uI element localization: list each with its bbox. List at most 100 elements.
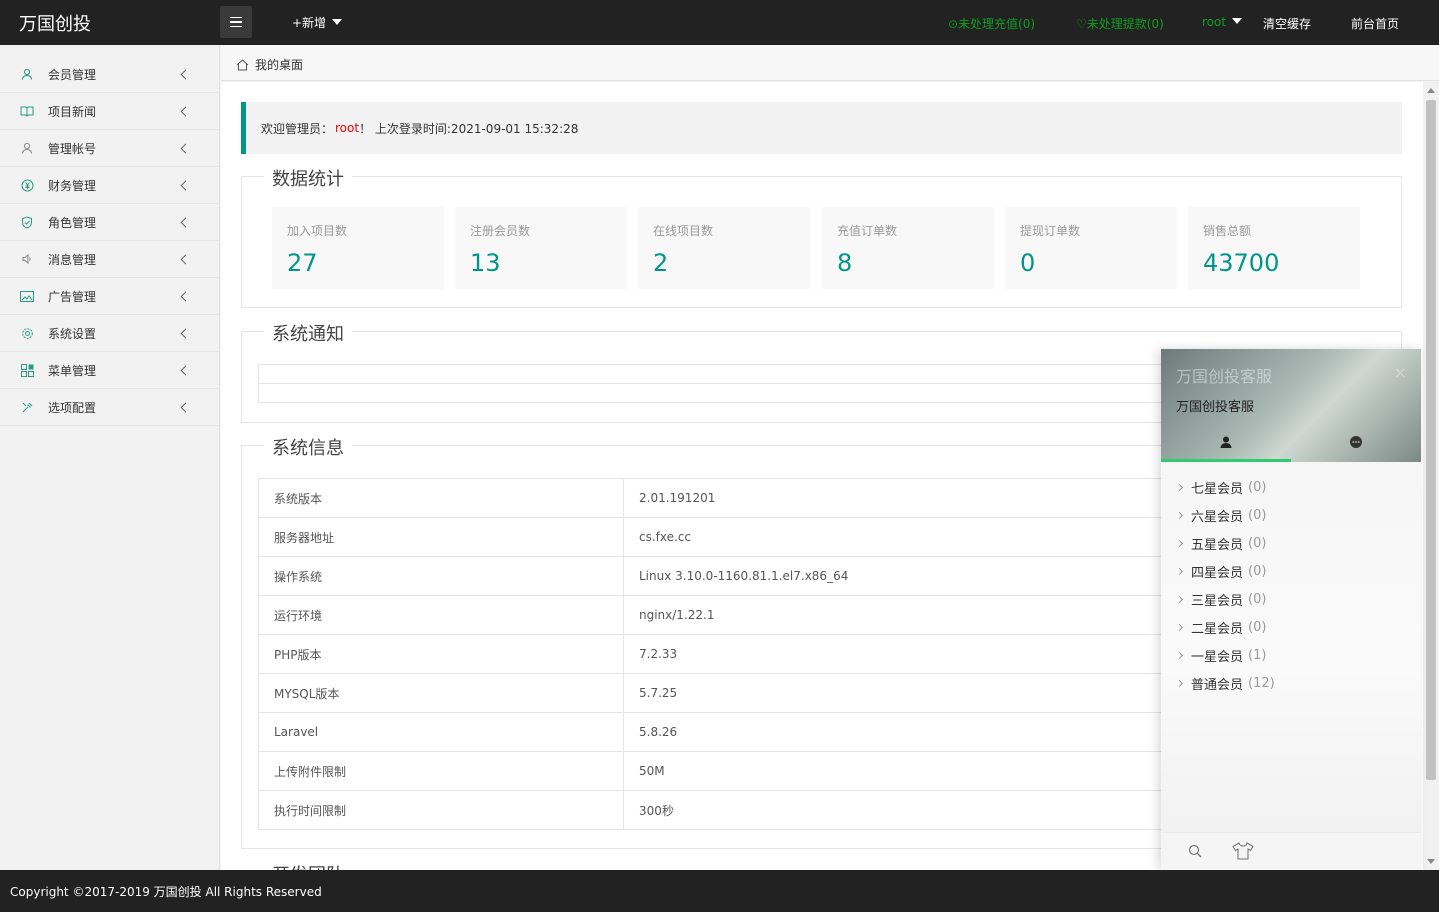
sidebar-item-options[interactable]: 选项配置: [0, 389, 219, 426]
customer-service-panel: 万国创投客服 × 万国创投客服 七星会员 (0) 六星会员 (0) 五星会员 (0) …: [1161, 349, 1421, 870]
list-item[interactable]: 六星会员 (0): [1161, 501, 1421, 529]
sidebar-item-ads[interactable]: 广告管理: [0, 278, 219, 315]
list-item[interactable]: 一星会员 (1): [1161, 641, 1421, 669]
chevron-left-icon: [180, 254, 191, 264]
home-icon: [236, 58, 249, 70]
sidebar-item-label: 角色管理: [48, 215, 97, 230]
yen-icon: [20, 178, 34, 192]
chevron-left-icon: [180, 402, 191, 412]
sidebar-item-label: 项目新闻: [48, 104, 97, 119]
list-item[interactable]: 四星会员 (0): [1161, 557, 1421, 585]
menu-toggle-button[interactable]: [220, 6, 252, 38]
chat-header: 万国创投客服 × 万国创投客服: [1161, 349, 1421, 462]
close-icon[interactable]: ×: [1394, 363, 1407, 382]
chevron-right-icon: [1175, 651, 1184, 659]
add-new-dropdown[interactable]: +新增: [292, 14, 343, 31]
stat-card: 在线项目数 2: [638, 207, 810, 289]
user-name: root: [1202, 15, 1227, 29]
group-count: (1): [1248, 647, 1267, 663]
chat-subtitle: 万国创投客服: [1176, 400, 1255, 415]
logo[interactable]: 万国创投: [19, 10, 91, 36]
chevron-right-icon: [1175, 483, 1184, 491]
top-header: 万国创投 +新增 ⊙未处理充值(0) ♡未处理提款(0) root 清空缓存 前…: [0, 0, 1439, 45]
pending-recharge-link[interactable]: ⊙未处理充值(0): [948, 15, 1035, 32]
stat-value: 8: [837, 249, 853, 277]
sidebar-item-label: 广告管理: [48, 289, 97, 304]
tab-my-desktop[interactable]: 我的桌面: [236, 56, 303, 73]
welcome-suffix: ！ 上次登录时间:2021-09-01 15:32:28: [359, 121, 579, 136]
sidebar-item-news[interactable]: 项目新闻: [0, 93, 219, 130]
list-item[interactable]: 七星会员 (0): [1161, 473, 1421, 501]
tab-label: 我的桌面: [255, 58, 304, 72]
contacts-tab-icon[interactable]: [1219, 435, 1233, 449]
member-group-list: 七星会员 (0) 六星会员 (0) 五星会员 (0) 四星会员 (0) 三星会员 (0) …: [1161, 473, 1421, 697]
chat-footer: [1161, 832, 1421, 870]
group-count: (0): [1248, 479, 1267, 495]
welcome-prefix: 欢迎管理员：: [261, 121, 334, 136]
chevron-right-icon: [1175, 539, 1184, 547]
info-key: 服务器地址: [258, 517, 624, 557]
caret-down-icon: [332, 19, 343, 25]
stat-card: 提现订单数 0: [1005, 207, 1177, 289]
clear-cache-link[interactable]: 清空缓存: [1263, 15, 1311, 32]
scroll-down-icon[interactable]: [1427, 859, 1435, 864]
chat-bubble-icon[interactable]: [1349, 435, 1363, 449]
sidebar-item-finance[interactable]: 财务管理: [0, 167, 219, 204]
frontend-home-link[interactable]: 前台首页: [1351, 15, 1399, 32]
chevron-left-icon: [180, 291, 191, 301]
list-item[interactable]: 普通会员 (12): [1161, 669, 1421, 697]
welcome-banner: 欢迎管理员： root ！ 上次登录时间:2021-09-01 15:32:28: [241, 102, 1402, 154]
group-name: 五星会员: [1191, 537, 1244, 553]
chevron-left-icon: [180, 69, 191, 79]
section-title: 开发团队: [264, 861, 352, 870]
sidebar-item-settings[interactable]: 系统设置: [0, 315, 219, 352]
stat-value: 27: [287, 249, 318, 277]
main-scrollbar[interactable]: [1423, 82, 1439, 870]
group-name: 三星会员: [1191, 593, 1244, 609]
stat-label: 销售总额: [1203, 224, 1252, 238]
user-menu[interactable]: root: [1202, 15, 1243, 29]
chevron-right-icon: [1175, 595, 1184, 603]
list-item[interactable]: 三星会员 (0): [1161, 585, 1421, 613]
chevron-left-icon: [180, 180, 191, 190]
sidebar-item-accounts[interactable]: 管理帐号: [0, 130, 219, 167]
info-key: 系统版本: [258, 478, 624, 518]
info-key: PHP版本: [258, 634, 624, 674]
sidebar-item-label: 管理帐号: [48, 141, 97, 156]
chevron-right-icon: [1175, 623, 1184, 631]
sidebar-item-messages[interactable]: 消息管理: [0, 241, 219, 278]
stat-label: 加入项目数: [287, 224, 348, 238]
chevron-left-icon: [180, 217, 191, 227]
welcome-user: root: [335, 121, 360, 135]
group-name: 一星会员: [1191, 649, 1244, 665]
stat-card: 充值订单数 8: [822, 207, 994, 289]
group-count: (0): [1248, 591, 1267, 607]
group-name: 七星会员: [1191, 481, 1244, 497]
info-key: MYSQL版本: [258, 673, 624, 713]
group-name: 四星会员: [1191, 565, 1244, 581]
sidebar-item-roles[interactable]: 角色管理: [0, 204, 219, 241]
group-count: (12): [1248, 675, 1275, 691]
info-key: 执行时间限制: [258, 790, 624, 830]
gear-icon: [20, 326, 34, 340]
info-key: 上传附件限制: [258, 751, 624, 791]
pending-withdraw-link[interactable]: ♡未处理提款(0): [1076, 15, 1164, 32]
section-title: 系统信息: [264, 434, 352, 460]
stat-label: 充值订单数: [837, 224, 898, 238]
tab-bar: 我的桌面: [221, 45, 1439, 81]
stat-value: 2: [653, 249, 669, 277]
section-title: 数据统计: [264, 165, 352, 191]
scroll-thumb[interactable]: [1426, 100, 1436, 780]
list-item[interactable]: 五星会员 (0): [1161, 529, 1421, 557]
stat-card: 注册会员数 13: [455, 207, 627, 289]
stat-value: 0: [1020, 249, 1036, 277]
page-footer: Copyright ©2017-2019 万国创投 All Rights Res…: [0, 870, 1439, 912]
search-icon[interactable]: [1188, 844, 1202, 858]
group-name: 普通会员: [1191, 677, 1244, 693]
scroll-up-icon[interactable]: [1427, 88, 1435, 93]
list-item[interactable]: 二星会员 (0): [1161, 613, 1421, 641]
skin-shirt-icon[interactable]: [1232, 842, 1254, 860]
chevron-left-icon: [180, 328, 191, 338]
sidebar-item-members[interactable]: 会员管理: [0, 56, 219, 93]
sidebar-item-menus[interactable]: 菜单管理: [0, 352, 219, 389]
